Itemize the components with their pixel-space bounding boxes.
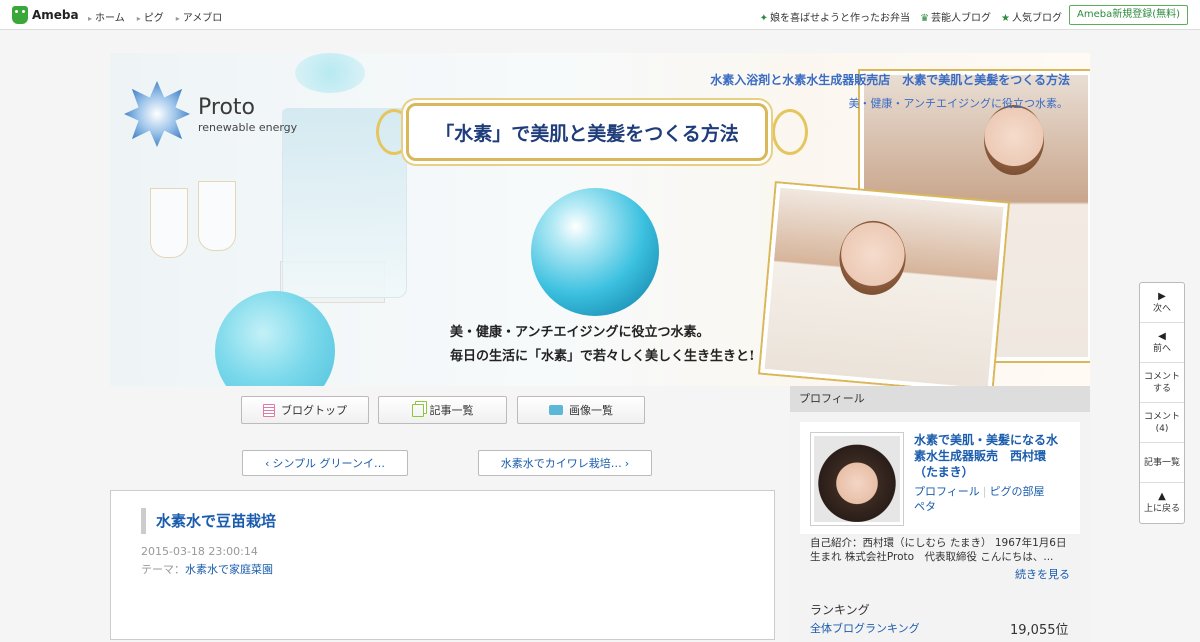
crown-icon: ♛	[920, 13, 930, 24]
prev-entry-link[interactable]: ‹ シンプル グリーンイ…	[242, 450, 408, 476]
ameba-logo-icon	[12, 6, 28, 24]
prev-entry-button[interactable]: ◀ 前へ	[1140, 323, 1184, 363]
brand-name: Proto	[198, 95, 255, 120]
play-right-icon: ▶	[1158, 290, 1166, 302]
proto-logo-icon	[124, 81, 190, 147]
profile-name[interactable]: 水素で美肌・美髪になる水素水生成器販売 西村環（たまき）	[914, 432, 1069, 480]
article-theme: テーマ：水素水で家庭菜園	[141, 561, 273, 577]
plaque-title: 「水素」で美肌と美髪をつくる方法	[435, 122, 739, 145]
ameba-logo[interactable]: Ameba	[12, 6, 79, 24]
profile-links: プロフィール | ピグの部屋 ペタ	[914, 484, 1074, 514]
glass-sphere-image	[531, 188, 659, 316]
read-more-link[interactable]: 続きを見る	[1015, 566, 1070, 582]
nav-ameblo-link[interactable]: アメブロ	[176, 9, 223, 24]
avatar-image	[814, 436, 900, 522]
ameba-header: Ameba ホーム ピグ アメブロ ✦娘を喜ばせようと作ったお弁当 ♛芸能人ブロ…	[0, 0, 1200, 30]
triangle-up-icon: ▲	[1158, 491, 1166, 502]
banner-slogan: 美・健康・アンチエイジングに役立つ水素。 毎日の生活に「水素」で若々しく美しく生…	[450, 321, 755, 369]
theme-label: テーマ：	[141, 563, 185, 576]
wine-glass-image	[150, 188, 188, 258]
floating-nav: ▶ 次へ ◀ 前へ コメントする コメント(4) 記事一覧 ▲ 上に戻る	[1139, 282, 1185, 524]
top-right-links: ✦ 娘を喜ばせようと作ったお弁当 ♛ 芸能人ブログ ★ 人気ブログ	[760, 9, 1062, 24]
slogan-line: 毎日の生活に「水素」で若々しく美しく生き生きと!	[450, 349, 755, 364]
theme-link[interactable]: 水素水で家庭菜園	[185, 563, 273, 576]
pigg-room-link[interactable]: ピグの部屋	[990, 485, 1045, 498]
decor-sphere	[215, 291, 335, 386]
ranking-heading: ランキング	[810, 603, 870, 617]
comments-button[interactable]: コメント(4)	[1140, 403, 1184, 443]
blog-description: 美・健康・アンチエイジングに役立つ水素。	[848, 97, 1068, 110]
popular-blog-link[interactable]: ★ 人気ブログ	[1001, 9, 1062, 24]
profile-intro: 自己紹介：西村環（にしむら たまき） 1967年1月6日生まれ 株式会社Prot…	[810, 537, 1067, 563]
article-list-button[interactable]: 記事一覧	[378, 396, 507, 424]
article: 水素水で豆苗栽培 2015-03-18 23:00:14 テーマ：水素水で家庭菜…	[110, 490, 775, 640]
celebrity-blog-link[interactable]: ♛ 芸能人ブログ	[920, 9, 991, 24]
decor-sphere	[295, 53, 365, 93]
top-nav: ホーム ピグ アメブロ	[88, 9, 222, 24]
blog-top-button[interactable]: ブログトップ	[241, 396, 369, 424]
profile-link[interactable]: プロフィール	[914, 485, 980, 498]
next-entry-button[interactable]: ▶ 次へ	[1140, 283, 1184, 323]
signup-button[interactable]: Ameba新規登録(無料)	[1068, 5, 1188, 25]
portrait-photo-2	[760, 183, 1008, 386]
ornament-right	[772, 109, 808, 155]
banner-plaque: 「水素」で美肌と美髪をつくる方法	[406, 103, 768, 161]
featured-entry-link[interactable]: ✦ 娘を喜ばせようと作ったお弁当	[760, 9, 910, 24]
peta-link[interactable]: ペタ	[914, 500, 936, 513]
article-list-float-button[interactable]: 記事一覧	[1140, 443, 1184, 483]
sparkle-icon: ✦	[759, 13, 769, 24]
nav-pigg-link[interactable]: ピグ	[137, 9, 164, 24]
nav-home-link[interactable]: ホーム	[88, 9, 125, 24]
blog-title[interactable]: 水素入浴剤と水素水生成器販売店 水素で美肌と美髪をつくる方法	[710, 71, 1070, 88]
copy-icon	[411, 403, 424, 417]
avatar[interactable]	[810, 432, 904, 526]
article-title[interactable]: 水素水で豆苗栽培	[141, 508, 276, 534]
portrait-face	[836, 218, 909, 298]
portrait-face	[984, 105, 1044, 175]
article-date: 2015-03-18 23:00:14	[141, 545, 258, 558]
separator: |	[982, 485, 987, 498]
write-comment-button[interactable]: コメントする	[1140, 363, 1184, 403]
play-left-icon: ◀	[1158, 330, 1166, 342]
profile-heading: プロフィール	[790, 386, 1090, 412]
brand-subtitle: renewable energy	[198, 121, 298, 134]
ranking-value: 19,055位	[1010, 623, 1069, 638]
document-icon	[263, 403, 275, 417]
slogan-line: 美・健康・アンチエイジングに役立つ水素。	[450, 325, 710, 340]
chevron-left-icon: ‹	[264, 456, 270, 470]
camera-icon	[549, 405, 563, 415]
next-entry-link[interactable]: 水素水でカイワレ栽培… ›	[478, 450, 652, 476]
star-icon: ★	[1001, 13, 1010, 24]
image-list-button[interactable]: 画像一覧	[517, 396, 645, 424]
blog-header-banner[interactable]: Proto renewable energy 「水素」で美肌と美髪をつくる方法 …	[110, 53, 1090, 386]
chevron-right-icon: ›	[624, 456, 630, 470]
wine-glass-image	[198, 181, 236, 251]
back-to-top-button[interactable]: ▲ 上に戻る	[1140, 483, 1184, 523]
